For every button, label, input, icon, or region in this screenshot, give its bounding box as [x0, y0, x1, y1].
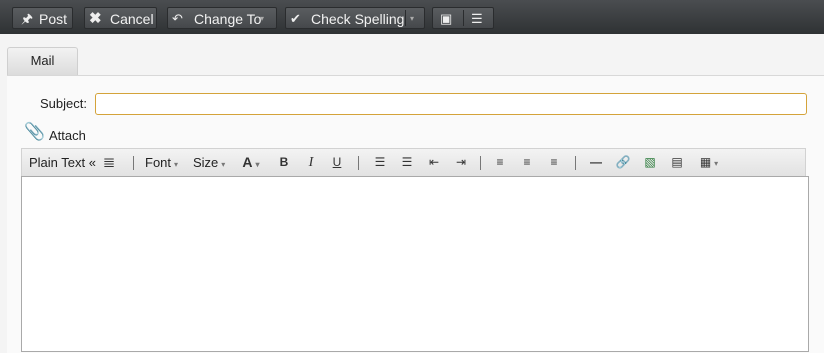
post-button[interactable]: 🖈 Post: [12, 7, 73, 29]
numbered-list-icon[interactable]: ☰: [370, 149, 390, 176]
font-dropdown[interactable]: Font ▾: [145, 149, 178, 176]
chevron-down-icon: ▾: [174, 160, 179, 169]
image-icon[interactable]: ▧: [640, 149, 660, 176]
attach-label: Attach: [49, 128, 86, 143]
document-icon[interactable]: ≣: [100, 149, 118, 176]
plain-text-toggle[interactable]: Plain Text «: [29, 149, 96, 176]
message-body-editor[interactable]: [21, 176, 809, 352]
split-divider: [405, 10, 406, 26]
close-icon: ✖: [89, 10, 102, 27]
tab-mail[interactable]: Mail: [7, 47, 78, 75]
horizontal-rule-icon[interactable]: —: [586, 149, 606, 176]
change-to-icon: ↶: [172, 11, 183, 26]
change-to-label: Change To: [194, 11, 262, 27]
split-divider: [463, 10, 464, 26]
underline-icon[interactable]: U: [328, 149, 346, 176]
separator: [133, 156, 134, 170]
change-to-button[interactable]: ↶ Change To ▾: [167, 7, 277, 29]
bold-icon[interactable]: B: [275, 149, 293, 176]
subject-input[interactable]: [95, 93, 807, 115]
table-icon[interactable]: ▤: [667, 149, 687, 176]
pin-icon: 🖈: [21, 11, 34, 26]
separator: [480, 156, 481, 170]
subject-label: Subject:: [40, 96, 87, 111]
text-color-icon[interactable]: A ▾: [236, 149, 266, 176]
document-list-icon: ☰: [471, 11, 483, 26]
layout-view-button[interactable]: ▣ ☰: [432, 7, 494, 29]
size-dropdown[interactable]: Size ▾: [193, 149, 225, 176]
chevron-down-icon[interactable]: ▾: [410, 8, 414, 30]
size-dropdown-label: Size: [193, 155, 219, 170]
check-spelling-button[interactable]: ✔ Check Spelling ▾: [285, 7, 425, 29]
chevron-down-icon: ▾: [260, 14, 265, 23]
indent-icon[interactable]: ⇥: [451, 149, 471, 176]
align-left-icon[interactable]: ≡: [490, 149, 510, 176]
background-color-icon[interactable]: ▦ ▾: [694, 149, 724, 176]
cancel-button[interactable]: ✖ Cancel: [84, 7, 157, 29]
align-center-icon[interactable]: ≡: [517, 149, 537, 176]
italic-icon[interactable]: I: [302, 149, 320, 176]
window-layout-icon: ▣: [440, 11, 453, 26]
spelling-check-icon: ✔: [290, 11, 301, 26]
cancel-label: Cancel: [110, 11, 154, 27]
separator: [358, 156, 359, 170]
top-toolbar: 🖈 Post ✖ Cancel ↶ Change To ▾ ✔ Check Sp…: [0, 0, 824, 35]
paperclip-icon: 📎: [24, 122, 46, 141]
align-right-icon[interactable]: ≡: [544, 149, 564, 176]
outdent-icon[interactable]: ⇤: [424, 149, 444, 176]
link-icon[interactable]: 🔗: [613, 149, 633, 176]
separator: [575, 156, 576, 170]
editor-toolbar: Plain Text « ≣ Font ▾ Size ▾ A ▾ B I U ☰ ☰ …: [21, 148, 806, 176]
chevron-down-icon: ▾: [221, 160, 226, 169]
font-dropdown-label: Font: [145, 155, 172, 170]
bullet-list-icon[interactable]: ☰: [397, 149, 417, 176]
post-label: Post: [39, 11, 68, 27]
check-spelling-label: Check Spelling: [311, 11, 405, 27]
